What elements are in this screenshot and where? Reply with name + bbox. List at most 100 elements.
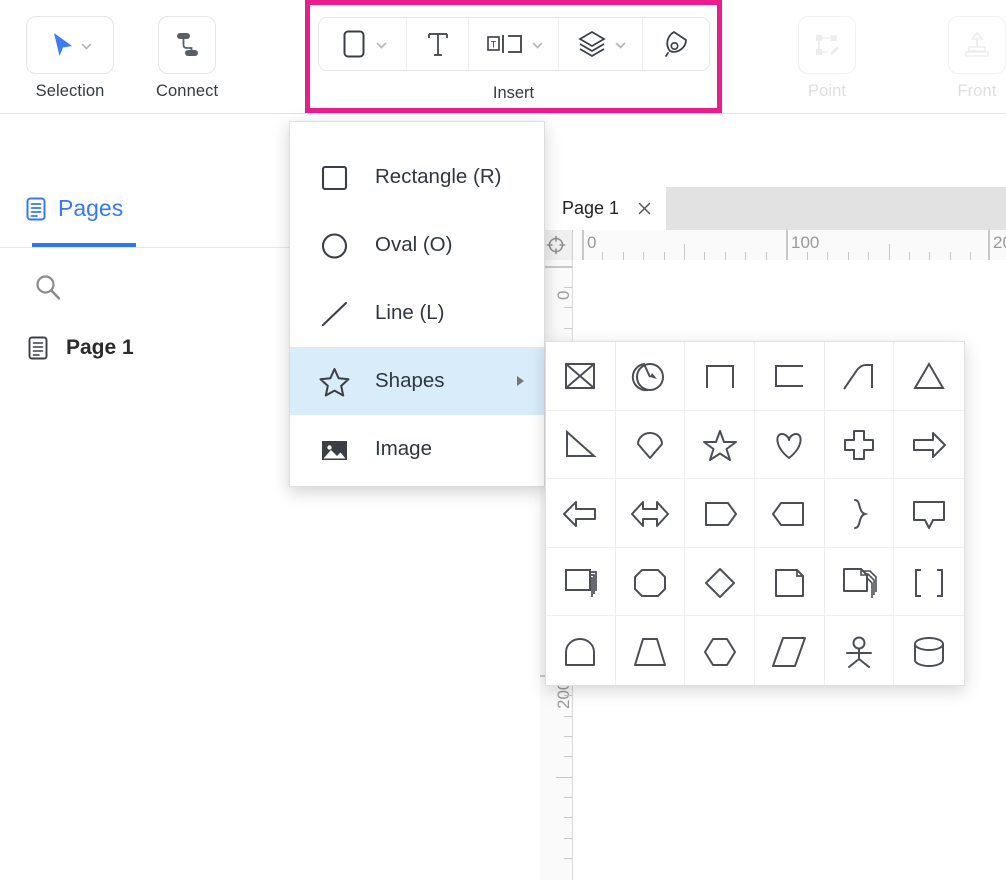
shape-cylinder[interactable] xyxy=(894,616,964,685)
chevron-right-icon xyxy=(517,376,524,386)
insert-dropdown-menu: Rectangle (R) Oval (O) Line (L) Shapes xyxy=(289,121,545,487)
layers-icon xyxy=(576,27,608,61)
toolbar-item-front[interactable]: Front xyxy=(948,16,1006,101)
shape-parallelogram[interactable] xyxy=(755,616,825,685)
page-list-icon xyxy=(24,196,48,222)
text-icon xyxy=(423,27,453,61)
shapes-palette xyxy=(545,341,965,686)
menu-item-image[interactable]: Image xyxy=(290,415,544,483)
shape-bracket-top[interactable] xyxy=(685,342,755,411)
ruler-h-label-100: 100 xyxy=(791,233,819,253)
shape-arrow-double[interactable] xyxy=(616,479,686,548)
shape-diamond[interactable] xyxy=(685,548,755,617)
front-button[interactable] xyxy=(948,16,1006,74)
page-icon xyxy=(26,335,50,361)
toolbar-item-selection[interactable]: Selection xyxy=(26,16,114,101)
shape-bracket-left[interactable] xyxy=(755,342,825,411)
ruler-origin-icon xyxy=(546,235,566,255)
menu-item-shapes[interactable]: Shapes xyxy=(290,347,544,415)
text-on-shape-icon: T xyxy=(485,27,525,61)
pen-tool-icon xyxy=(659,27,693,61)
shape-pentagon-arrow[interactable] xyxy=(685,479,755,548)
connector-icon xyxy=(173,30,201,60)
svg-text:T: T xyxy=(491,40,497,50)
sidebar-tab-pages[interactable]: Pages xyxy=(24,195,123,222)
shape-actor[interactable] xyxy=(825,616,895,685)
shape-pie[interactable] xyxy=(616,342,686,411)
shape-star[interactable] xyxy=(685,411,755,480)
chevron-down-icon[interactable] xyxy=(80,40,91,51)
shape-triangle[interactable] xyxy=(894,342,964,411)
search-icon xyxy=(33,272,63,302)
document-tab-page-1[interactable]: Page 1 xyxy=(544,187,666,230)
shape-document[interactable] xyxy=(755,548,825,617)
ruler-h-label-0: 0 xyxy=(587,233,596,253)
ruler-v-label-0: 0 xyxy=(554,291,573,300)
toolbar-label-front: Front xyxy=(957,82,996,101)
shape-cross[interactable] xyxy=(825,411,895,480)
menu-item-oval[interactable]: Oval (O) xyxy=(290,211,544,279)
shape-hexagon[interactable] xyxy=(685,616,755,685)
shape-octagon[interactable] xyxy=(616,548,686,617)
menu-item-label: Rectangle (R) xyxy=(375,165,501,189)
shape-heart[interactable] xyxy=(755,411,825,480)
shape-curve[interactable] xyxy=(825,342,895,411)
document-tab-label: Page 1 xyxy=(562,198,619,219)
toolbar-label-point: Point xyxy=(808,82,846,101)
menu-item-label: Oval (O) xyxy=(375,233,452,257)
toolbar-label-insert: Insert xyxy=(305,84,722,103)
horizontal-ruler[interactable]: 0 100 200 xyxy=(540,230,1006,261)
toolbar-item-point[interactable]: Point xyxy=(798,16,856,101)
search-input[interactable] xyxy=(33,272,63,302)
menu-item-label: Shapes xyxy=(375,369,445,393)
shape-stacked-squares[interactable] xyxy=(546,548,616,617)
shape-crossed-box[interactable] xyxy=(546,342,616,411)
oval-icon xyxy=(318,229,351,262)
bring-to-front-icon xyxy=(962,30,992,60)
sidebar-item-page-1[interactable]: Page 1 xyxy=(26,335,134,361)
sidebar-item-label: Page 1 xyxy=(66,336,134,360)
line-icon xyxy=(318,297,351,330)
menu-item-rectangle[interactable]: Rectangle (R) xyxy=(290,143,544,211)
shape-stacked-documents[interactable] xyxy=(825,548,895,617)
point-button[interactable] xyxy=(798,16,856,74)
rectangle-icon xyxy=(318,161,351,194)
cursor-arrow-icon xyxy=(50,31,76,59)
insert-pen-button[interactable] xyxy=(643,18,709,70)
toolbar-label-connect: Connect xyxy=(156,82,218,101)
shape-right-triangle[interactable] xyxy=(546,411,616,480)
shape-teardrop[interactable] xyxy=(616,411,686,480)
document-tabbar: Page 1 xyxy=(540,187,1006,230)
shape-callout[interactable] xyxy=(894,479,964,548)
selection-button[interactable] xyxy=(26,16,114,74)
menu-item-label: Image xyxy=(375,437,432,461)
shape-brace[interactable] xyxy=(825,479,895,548)
insert-shape-button[interactable] xyxy=(319,18,407,70)
insert-button-group: T xyxy=(318,17,710,71)
toolbar-item-connect[interactable]: Connect xyxy=(156,16,218,101)
insert-text-on-shape-button[interactable]: T xyxy=(469,18,559,70)
close-icon[interactable] xyxy=(637,201,652,216)
connect-button[interactable] xyxy=(158,16,216,74)
chevron-down-icon[interactable] xyxy=(375,39,386,50)
sidebar-tab-label: Pages xyxy=(58,195,123,222)
chevron-down-icon[interactable] xyxy=(531,39,542,50)
ruler-h-label-200: 200 xyxy=(993,233,1006,253)
menu-item-label: Line (L) xyxy=(375,301,445,325)
shape-arch[interactable] xyxy=(546,616,616,685)
image-icon xyxy=(318,433,351,466)
edit-points-icon xyxy=(812,30,842,60)
shape-brackets[interactable] xyxy=(894,548,964,617)
insert-text-button[interactable] xyxy=(407,18,469,70)
shape-trapezoid[interactable] xyxy=(616,616,686,685)
main-toolbar: Selection Connect xyxy=(0,0,1006,114)
toolbar-label-selection: Selection xyxy=(36,82,105,101)
shape-arrow-right[interactable] xyxy=(894,411,964,480)
menu-item-line[interactable]: Line (L) xyxy=(290,279,544,347)
shape-tag[interactable] xyxy=(755,479,825,548)
insert-layers-button[interactable] xyxy=(559,18,643,70)
rounded-rectangle-icon xyxy=(339,27,369,61)
shape-arrow-left[interactable] xyxy=(546,479,616,548)
star-icon xyxy=(318,365,351,398)
chevron-down-icon[interactable] xyxy=(614,39,625,50)
